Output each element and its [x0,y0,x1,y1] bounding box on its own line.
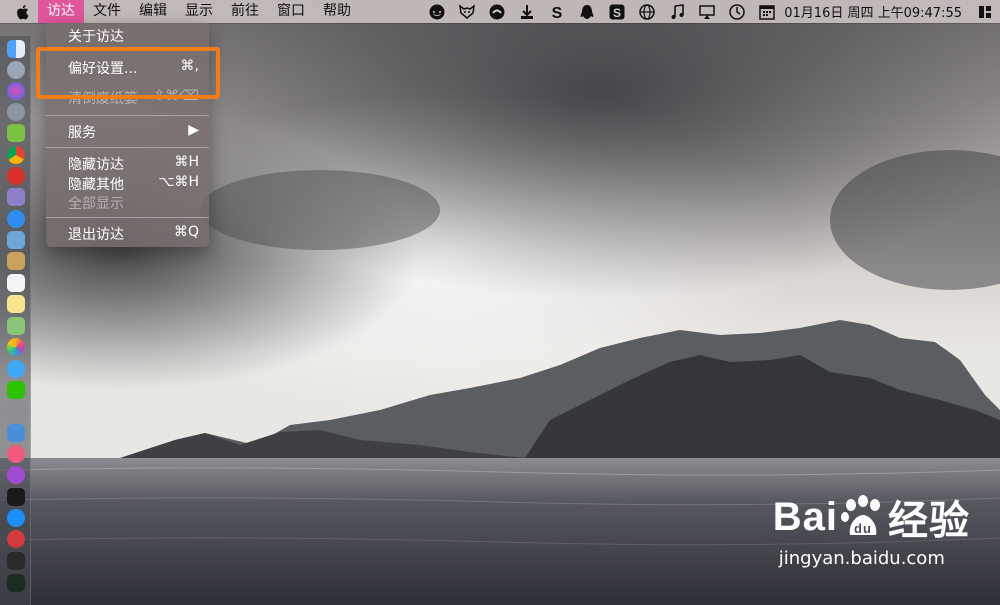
menu-services[interactable]: 服务 ▶ [46,120,209,142]
menu-help[interactable]: 帮助 [314,0,360,23]
sogou-s-icon[interactable]: S [546,2,568,22]
dock-app-store-icon[interactable] [7,509,25,527]
dock-calendar-icon[interactable] [7,274,25,292]
svg-text:S: S [552,5,563,21]
dock-hanzi-app-icon[interactable] [7,167,25,185]
svg-text:du: du [854,521,872,536]
dock-activity-monitor-icon[interactable] [7,574,25,592]
menu-separator [46,115,209,116]
menu-view[interactable]: 显示 [176,0,222,23]
quit-label: 退出访达 [68,227,124,243]
dock-finder-icon[interactable] [7,40,25,58]
menu-window[interactable]: 窗口 [268,0,314,23]
menu-separator [46,217,209,218]
watermark-url: jingyan.baidu.com [778,548,945,569]
display-icon[interactable] [696,2,718,22]
submenu-arrow-icon: ▶ [188,122,199,138]
clock-icon[interactable] [726,2,748,22]
annotation-highlight-box [36,47,220,99]
watermark-brand-right: 经验 [888,499,970,543]
watermark-logo: Bai du 经验 [773,488,970,546]
svg-text:S: S [613,6,621,20]
dock-notes-app-icon[interactable] [7,252,25,270]
dock-disk-utility-icon[interactable] [7,188,25,206]
menu-bar: 访达 文件 编辑 显示 前往 窗口 帮助 S S 01月16日 周四 上午09:… [0,0,1000,23]
quit-shortcut: ⌘Q [173,224,199,240]
dock-wechat-icon[interactable] [7,381,25,399]
dock-maps-icon[interactable] [7,317,25,335]
baidu-netdisk-icon[interactable] [486,2,508,22]
menu-quit-finder[interactable]: 退出访达 ⌘Q [46,222,209,244]
dock-android-icon[interactable] [7,124,25,142]
dock-keynote-icon[interactable] [7,424,25,442]
dock-siri-icon[interactable] [7,82,25,100]
apple-icon[interactable] [16,0,38,23]
sogou-input-icon[interactable]: S [606,2,628,22]
watermark-brand-left: Bai [772,494,838,539]
dock [0,36,31,605]
dock-vivaldi-icon[interactable] [7,530,25,548]
dock-messages-icon[interactable] [7,360,25,378]
dock-photos-icon[interactable] [7,338,25,356]
dock-music-icon[interactable] [7,445,25,463]
dock-preview-icon[interactable] [7,231,25,249]
globe-icon[interactable] [636,2,658,22]
menu-about-finder[interactable]: 关于访达 [46,24,209,46]
menu-go[interactable]: 前往 [222,0,268,23]
status-area: S S 01月16日 周四 上午09:47:55 [422,0,1000,23]
menu-show-all: 全部显示 [46,191,209,213]
fox-icon[interactable] [456,2,478,22]
dock-rocket-icon[interactable] [7,103,25,121]
clock-text[interactable]: 01月16日 周四 上午09:47:55 [784,2,962,21]
dock-apple-tv-icon[interactable] [7,488,25,506]
dock-terminal-icon[interactable] [7,552,25,570]
dock-podcasts-icon[interactable] [7,466,25,484]
grid-icon[interactable] [974,2,996,22]
menu-hide-finder[interactable]: 隐藏访达 ⌘H [46,152,209,174]
download-icon[interactable] [516,2,538,22]
menu-file[interactable]: 文件 [84,0,130,23]
music-note-icon[interactable] [666,2,688,22]
calendar-icon[interactable] [756,2,778,22]
dock-system-preferences-icon[interactable] [7,402,25,420]
chat-bubble-icon[interactable] [426,2,448,22]
menu-edit[interactable]: 编辑 [130,0,176,23]
dock-launchpad-icon[interactable] [7,61,25,79]
hide-others-shortcut: ⌥⌘H [158,174,199,190]
paw-icon: du [841,495,880,536]
show-all-label: 全部显示 [68,196,124,212]
baidu-jingyan-watermark: Bai du 经验 jingyan.baidu.com [773,488,970,570]
qq-penguin-icon[interactable] [576,2,598,22]
hide-shortcut: ⌘H [174,154,199,170]
menu-finder[interactable]: 访达 [38,0,84,23]
dock-chrome-icon[interactable] [7,146,25,164]
dock-safari-icon[interactable] [7,210,25,228]
about-label: 关于访达 [68,29,124,45]
services-label: 服务 [68,125,96,141]
hide-label: 隐藏访达 [68,157,124,173]
menu-separator [46,147,209,148]
dock-stickies-icon[interactable] [7,295,25,313]
